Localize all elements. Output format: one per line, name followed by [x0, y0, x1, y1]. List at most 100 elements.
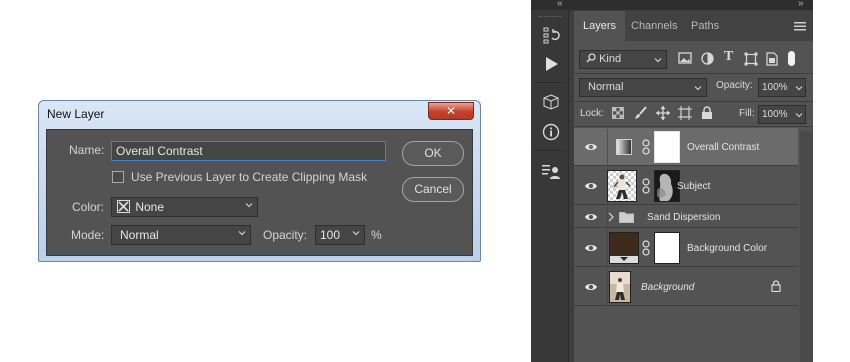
background-thumbnail[interactable]	[609, 271, 631, 303]
lock-transparent-icon[interactable]	[612, 107, 624, 119]
chevron-down-icon[interactable]	[352, 229, 360, 237]
filter-toggle-switch[interactable]	[788, 51, 795, 66]
cancel-button[interactable]: Cancel	[402, 177, 464, 202]
eye-icon[interactable]	[584, 282, 598, 292]
layer-name[interactable]: Background Color	[687, 243, 767, 254]
fill-label: Fill:	[739, 108, 755, 119]
layer-row-subject[interactable]: Subject	[574, 167, 798, 205]
lock-brush-icon[interactable]	[634, 106, 648, 120]
chevron-right-icon[interactable]	[608, 212, 614, 222]
panel-collapse-bar: « »	[531, 0, 813, 10]
tab-layers[interactable]: Layers	[574, 11, 626, 41]
eye-icon[interactable]	[584, 181, 598, 191]
filter-adjustment-icon[interactable]	[701, 52, 714, 65]
layer-row-sand-dispersion[interactable]: Sand Dispersion	[574, 206, 798, 228]
dialog-title: New Layer	[47, 107, 105, 121]
lock-icon[interactable]	[771, 280, 781, 292]
blend-mode-value: Normal	[588, 81, 624, 93]
layer-name[interactable]: Overall Contrast	[687, 142, 759, 153]
eye-icon[interactable]	[584, 212, 598, 222]
name-label: Name:	[69, 143, 105, 157]
divider	[535, 150, 565, 151]
link-icon[interactable]	[642, 139, 650, 155]
eye-icon[interactable]	[584, 142, 598, 152]
layer-name[interactable]: Sand Dispersion	[647, 212, 720, 223]
history-icon[interactable]	[542, 26, 560, 44]
dialog-body: Name: Overall Contrast OK Cancel Use Pre…	[46, 129, 473, 256]
fill-layer-thumbnail[interactable]	[609, 232, 639, 264]
subject-thumbnail[interactable]	[607, 170, 637, 202]
mode-select-value: Normal	[120, 228, 159, 242]
lock-all-icon[interactable]	[701, 106, 713, 120]
tab-paths[interactable]: Paths	[682, 11, 728, 41]
layers-panel-dock: « » Layers Channels Paths Kind T Normal …	[531, 0, 813, 362]
grip	[539, 16, 561, 20]
divider	[574, 126, 813, 127]
name-field[interactable]: Overall Contrast	[111, 141, 386, 161]
divider	[535, 82, 565, 83]
color-label: Color:	[72, 200, 105, 214]
chevron-down-icon	[245, 203, 253, 208]
mode-select[interactable]: Normal	[111, 225, 251, 245]
layer-opacity-value: 100%	[762, 82, 788, 93]
layer-mask-thumbnail[interactable]	[654, 131, 680, 163]
lock-move-icon[interactable]	[656, 106, 670, 120]
tab-channels[interactable]: Channels	[622, 11, 686, 41]
layer-row-overall-contrast[interactable]: Overall Contrast	[574, 128, 798, 166]
play-icon[interactable]	[544, 56, 560, 72]
layer-mask-thumbnail[interactable]	[654, 232, 680, 264]
filter-kind-value: Kind	[599, 53, 622, 65]
chevron-down-icon[interactable]	[795, 111, 803, 119]
divider	[607, 230, 608, 266]
panel-icon-strip	[531, 10, 569, 362]
filter-shape-icon[interactable]	[744, 52, 758, 66]
new-layer-dialog: New Layer ✕ Name: Overall Contrast OK Ca…	[38, 100, 481, 262]
clipping-mask-checkbox[interactable]	[112, 171, 124, 183]
divider	[574, 73, 813, 74]
opacity-field[interactable]: 100	[315, 225, 365, 245]
notes-icon[interactable]	[541, 162, 561, 180]
divider	[607, 129, 608, 165]
layer-name[interactable]: Subject	[677, 181, 710, 192]
lock-artboard-icon[interactable]	[678, 106, 692, 120]
fill-field[interactable]: 100%	[758, 105, 806, 124]
chevron-down-icon	[654, 58, 662, 63]
adjustment-layer-icon	[616, 139, 632, 155]
chevron-down-icon[interactable]	[795, 84, 803, 92]
collapse-icon[interactable]: «	[557, 0, 563, 9]
search-icon	[586, 53, 596, 63]
opacity-label: Opacity:	[716, 80, 753, 91]
filter-smart-object-icon[interactable]	[766, 52, 778, 66]
layer-row-background-color[interactable]: Background Color	[574, 229, 798, 267]
link-icon[interactable]	[642, 240, 650, 256]
opacity-label: Opacity:	[263, 228, 308, 242]
panel-tabbar: Layers Channels Paths	[574, 11, 813, 41]
lock-label: Lock:	[580, 108, 604, 119]
color-select[interactable]: None	[111, 197, 258, 217]
filter-type-icon[interactable]: T	[724, 49, 733, 65]
opacity-value: 100	[320, 228, 341, 242]
opacity-unit: %	[371, 228, 382, 242]
expand-icon[interactable]: »	[798, 0, 804, 9]
filter-kind-select[interactable]: Kind	[579, 50, 667, 69]
panel-menu-icon[interactable]	[794, 22, 806, 31]
layer-row-background[interactable]: Background	[574, 268, 798, 306]
3d-icon[interactable]	[542, 94, 560, 110]
blend-mode-select[interactable]: Normal	[579, 78, 707, 97]
no-color-icon	[117, 200, 130, 213]
divider	[574, 101, 813, 102]
info-icon[interactable]	[542, 123, 560, 141]
eye-icon[interactable]	[584, 243, 598, 253]
close-button[interactable]: ✕	[428, 102, 474, 120]
color-select-value: None	[135, 200, 165, 214]
fill-value: 100%	[762, 109, 788, 120]
link-icon[interactable]	[642, 178, 650, 194]
mode-label: Mode:	[71, 228, 105, 242]
layer-name[interactable]: Background	[641, 282, 694, 293]
layers-panel: Layers Channels Paths Kind T Normal Opac…	[574, 11, 813, 362]
filter-pixel-icon[interactable]	[678, 52, 692, 65]
layer-opacity-field[interactable]: 100%	[758, 78, 806, 97]
clipping-mask-label: Use Previous Layer to Create Clipping Ma…	[131, 170, 368, 184]
layers-scrollbar[interactable]	[800, 131, 813, 362]
ok-button[interactable]: OK	[402, 141, 464, 166]
